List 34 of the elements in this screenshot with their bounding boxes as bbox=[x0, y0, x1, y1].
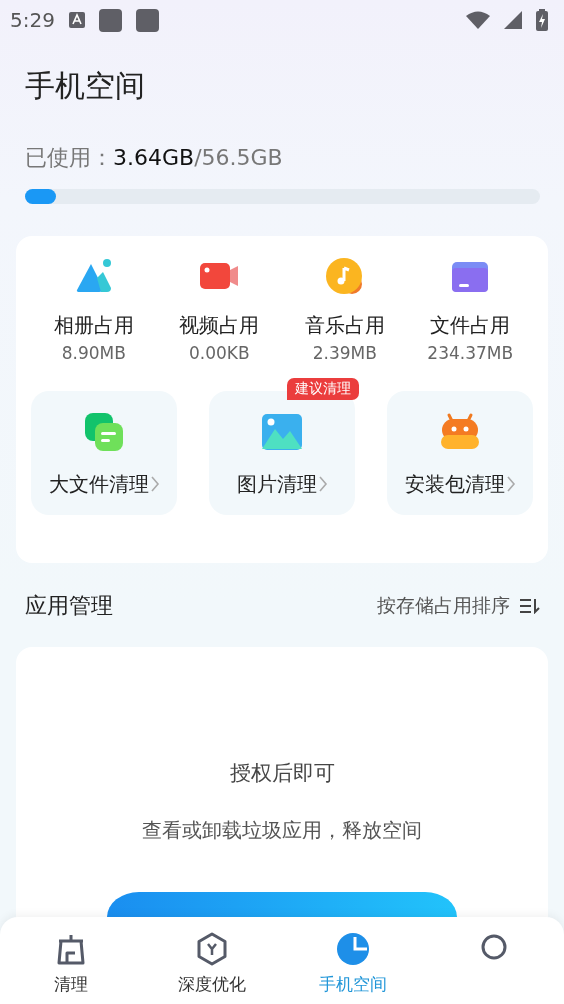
battery-icon bbox=[536, 9, 548, 31]
category-label: 相册占用 bbox=[53, 312, 134, 339]
suggestion-badge: 建议清理 bbox=[287, 378, 359, 400]
cleaner-tile[interactable]: 安装包清理 bbox=[387, 391, 533, 515]
cleaner-label: 图片清理 bbox=[236, 470, 317, 498]
notification-icon bbox=[98, 8, 122, 32]
authorization-description: 查看或卸载垃圾应用，释放空间 bbox=[142, 817, 422, 844]
section-title: 应用管理 bbox=[25, 592, 113, 620]
nav-tab[interactable]: 深度优化 bbox=[141, 917, 282, 1004]
chevron-right-icon bbox=[150, 476, 160, 492]
cleaner-tile[interactable]: 大文件清理 bbox=[31, 391, 177, 515]
keyboard-notification-icon bbox=[68, 12, 85, 28]
category-label: 音乐占用 bbox=[304, 312, 385, 339]
status-time: 5:29 bbox=[10, 8, 55, 32]
cleaner-label: 大文件清理 bbox=[48, 470, 149, 498]
category-size: 0.00KB bbox=[188, 343, 250, 363]
cleaner-label: 安装包清理 bbox=[404, 470, 505, 498]
notification-icon bbox=[135, 8, 159, 32]
chevron-right-icon bbox=[506, 476, 516, 492]
category-size: 2.39MB bbox=[312, 343, 377, 363]
category-size: 234.37MB bbox=[427, 343, 514, 363]
sort-button[interactable]: 按存储占用排序 bbox=[377, 593, 540, 619]
category-label: 文件占用 bbox=[430, 312, 511, 339]
signal-icon bbox=[504, 11, 522, 29]
sort-icon bbox=[520, 598, 540, 614]
wifi-icon bbox=[466, 11, 490, 29]
page-title: 手机空间 bbox=[25, 67, 146, 105]
pie-chart-icon bbox=[334, 931, 371, 967]
storage-usage: 已使用：3.64GB/56.5GB bbox=[25, 144, 284, 172]
chevron-right-icon bbox=[318, 476, 328, 492]
authorization-message: 授权后即可 bbox=[229, 760, 335, 787]
category-size: 8.90MB bbox=[61, 343, 126, 363]
nav-tab[interactable]: 清理 bbox=[0, 917, 141, 1004]
category-label: 视频占用 bbox=[179, 312, 260, 339]
